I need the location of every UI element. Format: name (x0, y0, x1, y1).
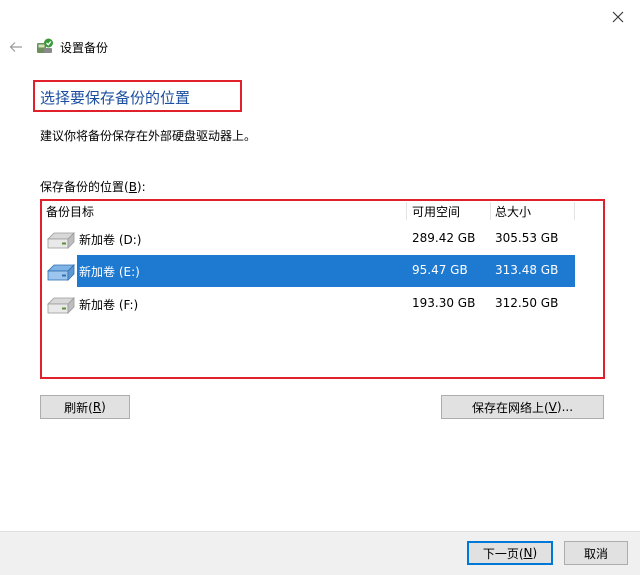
drive-name: 新加卷 (F:) (79, 298, 139, 312)
close-button[interactable] (606, 6, 630, 28)
refresh-button-suffix: ) (101, 400, 106, 414)
drive-total-size: 313.48 GB (495, 263, 559, 277)
drive-total-size: 312.50 GB (495, 296, 559, 310)
next-button-suffix: ) (532, 546, 538, 560)
backup-location-label-prefix: 保存备份的位置( (40, 180, 129, 194)
back-arrow-icon (9, 42, 22, 52)
column-header-total-size[interactable]: 总大小 (495, 203, 531, 220)
column-header-free-space[interactable]: 可用空间 (412, 203, 460, 220)
next-button-key: N (523, 546, 533, 560)
drive-free-space: 289.42 GB (412, 231, 476, 245)
backup-location-label-suffix: ): (136, 180, 146, 194)
column-separator[interactable] (406, 202, 407, 220)
column-separator[interactable] (490, 202, 491, 220)
table-row[interactable]: 新加卷 (D:) 289.42 GB 305.53 GB (44, 223, 575, 255)
page-heading: 选择要保存备份的位置 (40, 89, 191, 107)
refresh-button-prefix: 刷新( (64, 400, 93, 415)
next-button[interactable]: 下一页(N) (467, 541, 553, 565)
refresh-button[interactable]: 刷新(R) (40, 395, 130, 419)
page-subtitle: 建议你将备份保存在外部硬盘驱动器上。 (40, 129, 257, 143)
column-separator[interactable] (574, 202, 575, 220)
hard-drive-icon (47, 297, 75, 314)
network-button-prefix: 保存在网络上( (471, 400, 549, 415)
backup-location-label-key: B (128, 180, 137, 194)
window-title: 设置备份 (60, 41, 109, 55)
drive-name: 新加卷 (E:) (79, 265, 140, 279)
network-button-suffix: )... (556, 400, 574, 414)
table-row-selected[interactable]: 新加卷 (E:) 95.47 GB 313.48 GB (44, 255, 575, 287)
hard-drive-icon (47, 232, 75, 249)
drive-name: 新加卷 (D:) (79, 233, 142, 247)
drive-free-space: 95.47 GB (412, 263, 468, 277)
drive-free-space: 193.30 GB (412, 296, 476, 310)
refresh-button-key: R (92, 400, 102, 414)
hard-drive-icon (47, 264, 75, 281)
backup-location-label: 保存备份的位置(B): (40, 178, 146, 195)
column-header-target[interactable]: 备份目标 (46, 203, 94, 220)
save-on-network-button[interactable]: 保存在网络上(V)... (441, 395, 604, 419)
table-row[interactable]: 新加卷 (F:) 193.30 GB 312.50 GB (44, 288, 575, 320)
close-icon (612, 11, 624, 23)
next-button-prefix: 下一页( (482, 546, 524, 561)
cancel-button[interactable]: 取消 (564, 541, 628, 565)
backup-app-icon (37, 38, 53, 53)
back-button[interactable] (6, 38, 26, 56)
drive-total-size: 305.53 GB (495, 231, 559, 245)
network-button-key: V (548, 400, 557, 414)
